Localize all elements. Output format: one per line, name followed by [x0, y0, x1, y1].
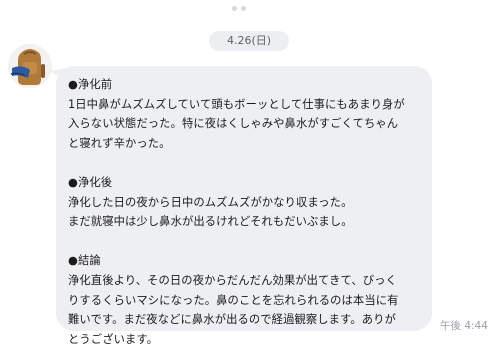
section-before: ●浄化前 1日中鼻がムズムズしていて頭もボーッとして仕事にもあまり身が 入らない…	[68, 75, 420, 153]
message-line: 1日中鼻がムズムズしていて頭もボーッとして仕事にもあまり身が	[68, 97, 405, 111]
message-line: まだ就寝中は少し鼻水が出るけれどそれもだいぶまし。	[68, 215, 353, 229]
message-line: とうございます。	[68, 332, 159, 346]
sender-avatar[interactable]	[8, 44, 52, 88]
message-timestamp: 午後 4:44	[440, 320, 488, 332]
message-line: 難いです。まだ夜などに鼻水が出るので経過観察します。ありが	[68, 313, 396, 327]
message-line: りするくらいマシになった。鼻のことを忘れられるのは本当に有	[68, 293, 399, 307]
message-line: ●浄化後	[68, 175, 113, 189]
section-after: ●浄化後 浄化した日の夜から日中のムズムズがかなり収まった。 まだ就寝中は少し鼻…	[68, 173, 420, 232]
message-line: 浄化直後より、その日の夜からだんだん効果が出てきて、びっく	[68, 273, 397, 287]
message-line: 入らない状態だった。特に夜はくしゃみや鼻水がすごくてちゃん	[68, 117, 399, 131]
message-line: ●結論	[68, 254, 101, 268]
scrolled-content-fragment	[232, 0, 260, 11]
message-line: 浄化した日の夜から日中のムズムズがかなり収まった。	[68, 195, 353, 209]
message-bubble[interactable]: ●浄化前 1日中鼻がムズムズしていて頭もボーッとして仕事にもあまり身が 入らない…	[56, 66, 432, 346]
message-line: ●浄化前	[68, 78, 113, 91]
section-conclusion: ●結論 浄化直後より、その日の夜からだんだん効果が出てきて、びっく りするくらい…	[68, 251, 420, 349]
backpack-avatar-icon	[8, 44, 52, 88]
date-separator: 4.26(日)	[209, 31, 289, 51]
message-line: と寝れず辛かった。	[68, 136, 171, 150]
